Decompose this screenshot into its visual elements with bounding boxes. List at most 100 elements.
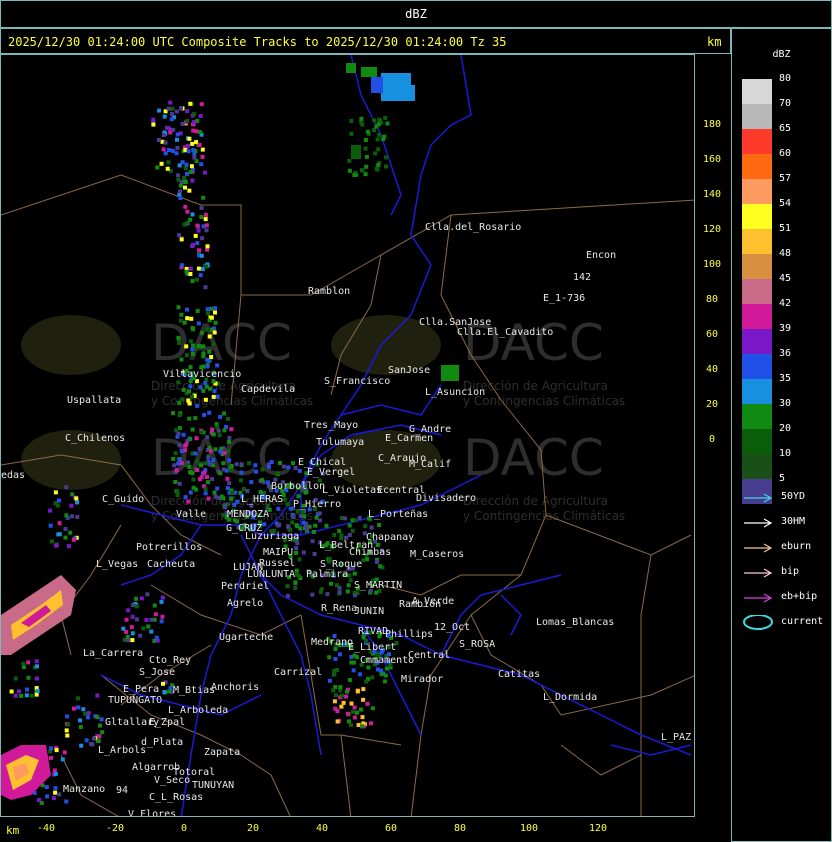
- legend-title: dBZ: [772, 49, 791, 60]
- place-label: E_Pera: [123, 684, 159, 695]
- watermark-brand: DACC: [463, 429, 604, 487]
- echo-pixel: [71, 537, 76, 542]
- legend-level-label: 5: [779, 473, 786, 484]
- echo-pixel: [378, 564, 383, 569]
- echo-pixel: [203, 381, 208, 386]
- echo-pixel: [291, 461, 295, 466]
- place-label: Cmmamento: [360, 655, 414, 666]
- echo-pixel: [269, 460, 274, 465]
- echo-pixel: [377, 132, 382, 137]
- echo-pixel: [178, 196, 183, 200]
- echo-pixel: [98, 723, 102, 728]
- legend-swatch: [742, 404, 772, 429]
- echo-pixel: [69, 503, 74, 508]
- echo-pixel: [204, 327, 209, 332]
- echo-pixel: [179, 106, 183, 110]
- legend-swatch: [742, 254, 772, 279]
- echo-pixel: [294, 546, 299, 551]
- echo-pixel: [54, 748, 59, 753]
- echo-pixel: [365, 129, 370, 134]
- echo-pixel: [286, 465, 291, 470]
- echo-pixel: [145, 592, 150, 597]
- echo-pixel: [167, 689, 171, 694]
- echo-pixel: [350, 528, 355, 533]
- echo-pixel: [216, 428, 221, 433]
- echo-pixel: [195, 223, 200, 228]
- track-legend-item: [742, 515, 776, 529]
- echo-pixel: [203, 285, 208, 290]
- echo-pixel: [185, 143, 190, 148]
- echo-pixel: [190, 427, 195, 432]
- echo-pixel: [286, 524, 291, 529]
- legend-level-label: 65: [779, 123, 792, 134]
- echo-pixel: [183, 179, 188, 184]
- legend-swatch: [742, 304, 772, 329]
- echo-pixel: [339, 533, 344, 538]
- echo-pixel: [34, 692, 39, 697]
- echo-pixel: [199, 430, 204, 435]
- echo-pixel: [197, 446, 202, 451]
- place-label: L_Dormida: [543, 692, 597, 703]
- echo-pixel: [175, 493, 180, 498]
- place-label: Clla.del_Rosario: [425, 222, 521, 233]
- echo-pixel: [344, 694, 349, 699]
- echo-pixel: [179, 449, 184, 454]
- echo-pixel: [290, 520, 295, 525]
- echo-pixel: [45, 794, 50, 799]
- arrow-right-icon: [744, 593, 773, 603]
- track-legend-label: 50YD: [781, 491, 806, 502]
- echo-pixel: [187, 389, 191, 394]
- echo-pixel: [281, 464, 286, 469]
- echo-pixel: [185, 307, 189, 312]
- legend-swatch: [742, 154, 772, 179]
- x-tick-label: 20: [246, 823, 260, 834]
- echo-pixel: [282, 497, 287, 502]
- echo-pixel: [229, 427, 234, 432]
- echo-pixel: [349, 119, 354, 123]
- echo-pixel: [355, 689, 360, 694]
- echo-pixel: [26, 660, 31, 665]
- watermark-subtitle-2: y Contingencias Climáticas: [463, 394, 625, 408]
- echo-pixel: [37, 798, 42, 803]
- place-label: TUPUNGATO: [108, 695, 162, 706]
- echo-pixel: [198, 273, 203, 278]
- legend-level-label: 60: [779, 148, 792, 159]
- place-label: M_Calif: [409, 459, 451, 470]
- place-label: Perdriel: [221, 581, 269, 592]
- echo-pixel: [175, 137, 179, 142]
- echo-pixel: [218, 471, 223, 476]
- y-tick-label: 100: [702, 259, 722, 270]
- place-label: L_HERAS: [241, 494, 283, 505]
- echo-pixel: [191, 477, 196, 482]
- echo-pixel: [188, 339, 193, 344]
- place-label: Cto_Rey: [149, 655, 191, 666]
- echo-pixel: [166, 106, 171, 111]
- echo-pixel: [384, 155, 389, 160]
- echo-pixel: [177, 413, 182, 418]
- echo-pixel: [193, 416, 198, 421]
- place-label: S_MARTIN: [354, 580, 402, 591]
- echo-pixel: [211, 432, 216, 437]
- echo-pixel: [35, 664, 39, 669]
- echo-pixel: [64, 485, 69, 490]
- echo-pixel: [383, 673, 388, 678]
- echo-pixel: [60, 757, 65, 762]
- echo-pixel: [16, 689, 21, 694]
- echo-pixel: [262, 522, 267, 527]
- echo-pixel: [276, 523, 281, 528]
- echo-pixel: [351, 668, 356, 673]
- echo-pixel: [197, 344, 201, 349]
- echo-pixel: [275, 471, 280, 476]
- echo-pixel: [177, 163, 182, 168]
- echo-pixel: [348, 578, 353, 583]
- echo-pixel: [183, 204, 188, 209]
- echo-pixel: [124, 617, 129, 622]
- echo-pixel: [95, 693, 100, 698]
- legend-panel: dBZ 80 70 65 60 57 54 51 48 45 42 39 36 35 30 20 10 5 50…: [731, 28, 832, 842]
- y-tick-label: 120: [702, 224, 722, 235]
- echo-pixel: [360, 715, 365, 720]
- echo-pixel: [48, 523, 53, 528]
- place-label: L_PAZ: [661, 732, 691, 743]
- radar-map[interactable]: DACC Dirección de Agricultura y Continge…: [0, 54, 695, 817]
- place-label: La_Carrera: [83, 648, 143, 659]
